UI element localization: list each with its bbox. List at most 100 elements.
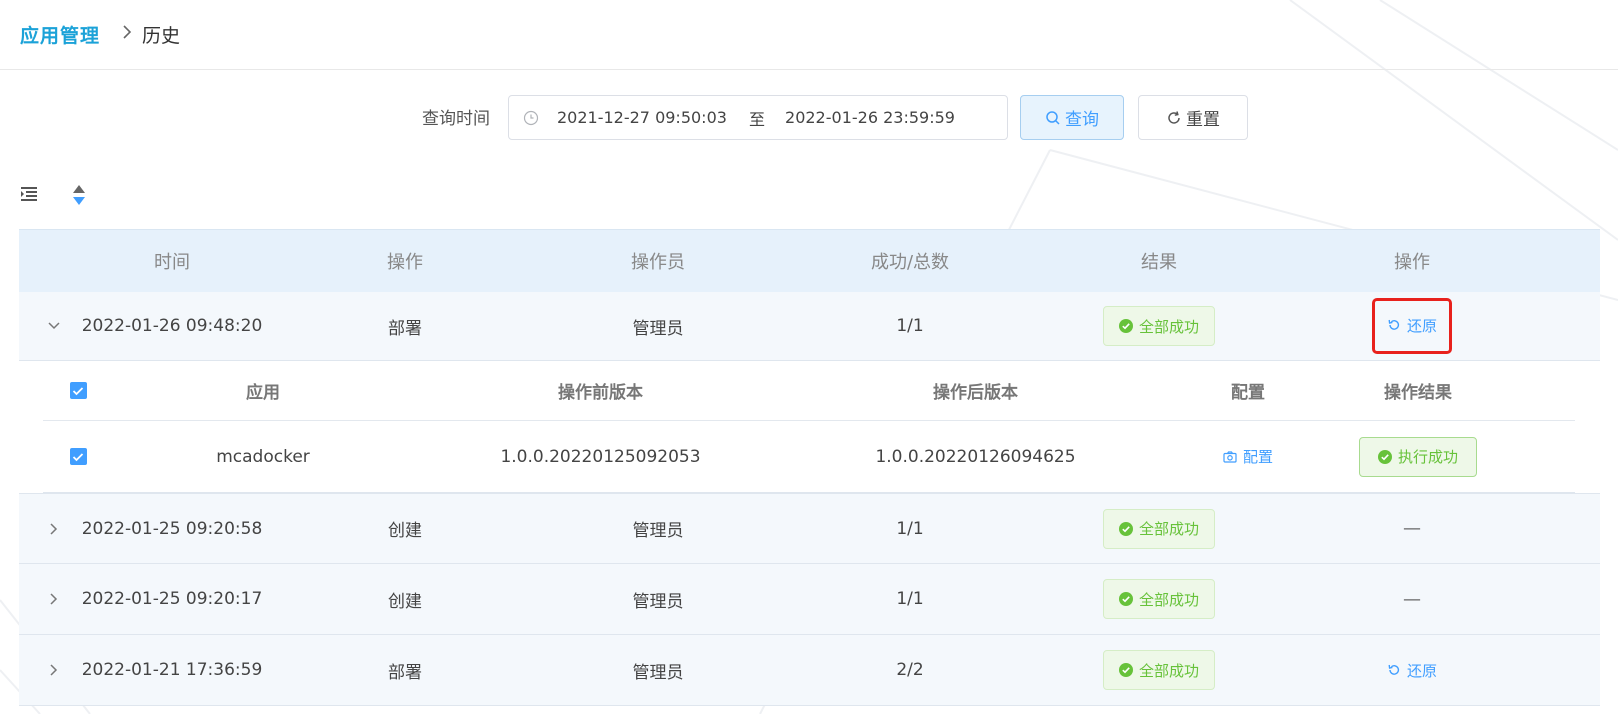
checkbox-checked-icon [69, 448, 87, 465]
chevron-right-icon[interactable] [39, 592, 69, 606]
sub-header-config: 配置 [1231, 383, 1265, 403]
check-circle-icon [1377, 449, 1392, 464]
header-action: 操作 [1394, 252, 1430, 273]
chevron-right-icon[interactable] [39, 522, 69, 536]
cell-time: 2022-01-21 17:36:59 [81, 660, 263, 680]
date-range-picker[interactable]: 2021-12-27 09:50:03 至 2022-01-26 23:59:5… [508, 95, 1008, 140]
cell-result: 全部成功 [1039, 579, 1279, 619]
header-time: 时间 [154, 252, 190, 273]
status-badge-label: 全部成功 [1138, 590, 1199, 609]
query-time-label: 查询时间 [422, 109, 490, 129]
refresh-icon [1168, 110, 1180, 124]
table-row: 2022-01-26 09:48:20 部署 管理员 1/1 全部成功 还原 [19, 292, 1600, 361]
chevron-right-icon[interactable] [39, 663, 69, 677]
status-badge-label: 执行成功 [1397, 448, 1458, 466]
checkbox-checked-icon [69, 382, 87, 399]
expanded-detail-table: 应用 操作前版本 操作后版本 配置 操作结果 mcadocker 1.0.0.2… [43, 361, 1575, 493]
check-circle-icon [1118, 319, 1133, 333]
cell-result: 全部成功 [1039, 650, 1279, 690]
restore-icon [1388, 664, 1400, 675]
search-button[interactable]: 查询 [1020, 95, 1124, 140]
table-row: 2022-01-21 17:36:59 部署 管理员 2/2 全部成功 还原 [19, 635, 1600, 706]
check-circle-icon [1118, 521, 1133, 536]
cell-op: 部署 [388, 318, 422, 339]
config-button[interactable]: 配置 [1223, 446, 1273, 467]
breadcrumb-root-link[interactable]: 应用管理 [20, 21, 100, 48]
header-count: 成功/总数 [870, 252, 950, 273]
row-checkbox[interactable] [43, 448, 113, 465]
status-badge: 执行成功 [1358, 436, 1477, 477]
header-op: 操作 [387, 252, 423, 273]
status-badge: 全部成功 [1102, 650, 1215, 690]
breadcrumb: 应用管理 历史 [0, 0, 1618, 70]
sub-header-app: 应用 [246, 383, 280, 403]
sub-cell-config: 配置 [1163, 446, 1333, 467]
history-table: 时间 操作 操作员 成功/总数 结果 操作 2022-01-26 09:48:2… [19, 229, 1600, 706]
date-end-input[interactable]: 2022-01-26 23:59:59 [785, 108, 955, 127]
search-icon [1046, 110, 1060, 125]
camera-icon [1223, 450, 1237, 463]
cell-user: 管理员 [632, 521, 684, 541]
cell-user: 管理员 [632, 662, 684, 683]
restore-button[interactable]: 还原 [1387, 315, 1437, 336]
list-icon[interactable] [20, 186, 38, 206]
clock-icon [523, 110, 539, 126]
cell-op: 创建 [388, 521, 422, 541]
restore-icon [1388, 320, 1400, 331]
restore-label: 还原 [1406, 661, 1437, 680]
restore-label: 还原 [1406, 316, 1437, 335]
cell-action: 还原 [1279, 660, 1545, 681]
cell-count: 1/1 [896, 316, 924, 336]
status-badge-label: 全部成功 [1138, 520, 1199, 538]
sub-cell-app: mcadocker [216, 446, 310, 467]
reset-button[interactable]: 重置 [1138, 95, 1248, 140]
cell-result: 全部成功 [1039, 306, 1279, 346]
table-row: 2022-01-25 09:20:58 创建 管理员 1/1 全部成功 — [19, 493, 1600, 564]
sub-table-header: 应用 操作前版本 操作后版本 配置 操作结果 [43, 361, 1575, 421]
check-circle-icon [1118, 663, 1133, 677]
date-range-separator: 至 [749, 109, 766, 129]
sub-header-pre: 操作前版本 [558, 383, 643, 403]
highlight-box: 还原 [1371, 297, 1452, 355]
sub-header-result: 操作结果 [1384, 383, 1452, 403]
no-action-dash: — [1403, 518, 1421, 539]
cell-time: 2022-01-26 09:48:20 [81, 316, 263, 336]
cell-user: 管理员 [632, 591, 684, 612]
sub-header-post: 操作后版本 [933, 383, 1018, 403]
check-circle-icon [1118, 592, 1133, 606]
cell-action: — [1279, 518, 1545, 539]
status-badge: 全部成功 [1102, 508, 1215, 549]
sub-table-row: mcadocker 1.0.0.20220125092053 1.0.0.202… [43, 421, 1575, 493]
no-action-dash: — [1403, 588, 1421, 610]
status-badge: 全部成功 [1102, 579, 1215, 619]
search-button-label: 查询 [1065, 110, 1099, 130]
reset-button-label: 重置 [1186, 110, 1220, 130]
restore-button[interactable]: 还原 [1387, 660, 1437, 681]
cell-user: 管理员 [632, 318, 684, 339]
table-header: 时间 操作 操作员 成功/总数 结果 操作 [19, 229, 1600, 292]
cell-time: 2022-01-25 09:20:17 [81, 589, 263, 609]
chevron-right-icon [122, 24, 132, 45]
cell-op: 创建 [388, 591, 422, 612]
status-badge-label: 全部成功 [1138, 317, 1199, 336]
cell-count: 1/1 [896, 589, 924, 609]
cell-count: 2/2 [896, 660, 924, 680]
config-label: 配置 [1242, 448, 1273, 466]
cell-action: — [1279, 589, 1545, 610]
header-result: 结果 [1141, 252, 1177, 273]
status-badge: 全部成功 [1102, 306, 1215, 346]
sort-icon[interactable] [71, 184, 87, 210]
status-badge-label: 全部成功 [1138, 661, 1199, 680]
header-user: 操作员 [631, 252, 685, 273]
sub-cell-pre: 1.0.0.20220125092053 [500, 446, 701, 467]
chevron-down-icon[interactable] [39, 321, 69, 331]
cell-action: 还原 [1279, 297, 1545, 355]
cell-op: 部署 [388, 662, 422, 683]
cell-count: 1/1 [896, 518, 924, 539]
sub-cell-post: 1.0.0.20220126094625 [875, 446, 1076, 467]
table-row: 2022-01-25 09:20:17 创建 管理员 1/1 全部成功 — [19, 564, 1600, 635]
breadcrumb-current: 历史 [142, 25, 181, 47]
date-start-input[interactable]: 2021-12-27 09:50:03 [557, 108, 729, 127]
select-all-checkbox[interactable] [43, 382, 113, 399]
sub-cell-result: 执行成功 [1333, 436, 1503, 477]
